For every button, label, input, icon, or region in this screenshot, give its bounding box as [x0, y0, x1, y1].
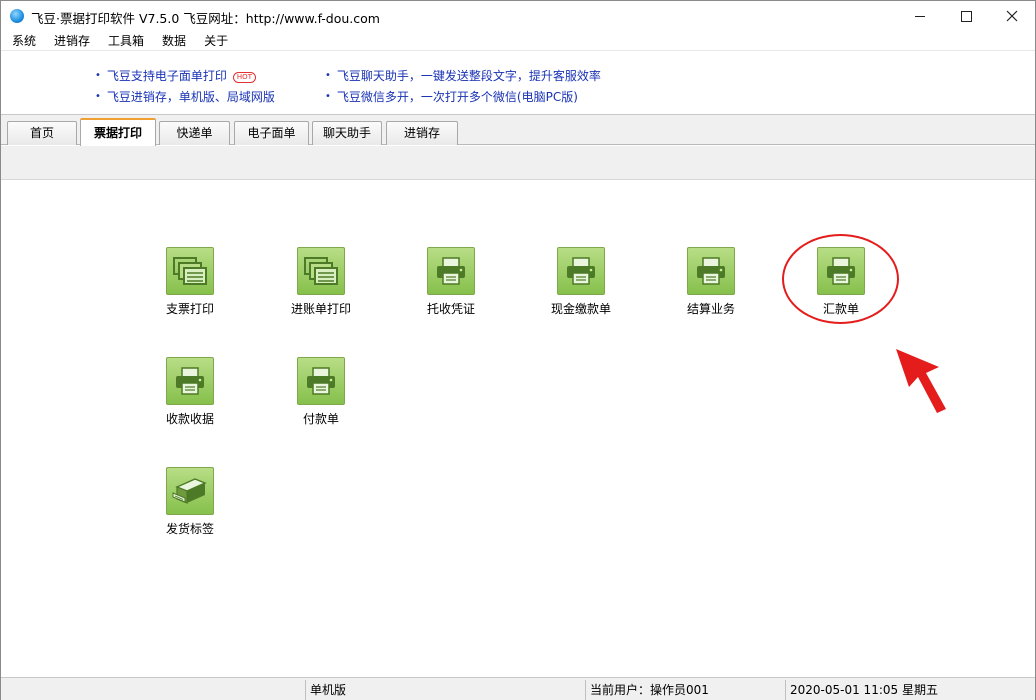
tab-strip: 首页 票据打印 快递单 电子面单 聊天助手 进销存 — [1, 115, 1035, 146]
tool-label: 支票打印 — [165, 302, 214, 316]
app-logo-icon — [10, 9, 24, 23]
menu-data[interactable]: 数据 — [151, 31, 193, 51]
close-button[interactable] — [989, 1, 1035, 31]
printer-icon — [687, 247, 735, 295]
pointer-arrow-icon — [896, 349, 946, 413]
tool-deposit-slip-print[interactable]: 进账单打印 — [276, 247, 366, 317]
documents-icon — [297, 247, 345, 295]
promo-link-text: 飞豆进销存，单机版、局域网版 — [106, 90, 275, 104]
highlight-circle — [782, 234, 899, 324]
tool-label: 进账单打印 — [290, 302, 351, 316]
printer-icon — [427, 247, 475, 295]
menu-system[interactable]: 系统 — [1, 31, 43, 51]
promo-link-wechat-multi[interactable]: • 飞豆微信多开，一次打开多个微信(电脑PC版) — [325, 88, 578, 105]
close-icon — [1006, 10, 1018, 22]
status-edition: 单机版 — [305, 680, 585, 700]
printer-icon — [297, 357, 345, 405]
promo-link-chat-assistant[interactable]: • 飞豆聊天助手，一键发送整段文字，提升客服效率 — [325, 67, 601, 84]
tool-payment-slip[interactable]: 付款单 — [276, 357, 366, 427]
tool-label: 付款单 — [302, 412, 339, 426]
hot-badge: HOT — [232, 72, 256, 83]
promo-link-eorder[interactable]: • 飞豆支持电子面单打印 HOT — [95, 67, 256, 84]
promo-link-inventory[interactable]: • 飞豆进销存，单机版、局域网版 — [95, 88, 275, 105]
toolbar-strip — [1, 146, 1035, 180]
tab-home[interactable]: 首页 — [7, 121, 77, 145]
status-datetime: 2020-05-01 11:05 星期五 — [785, 680, 1033, 700]
promo-link-text: 飞豆微信多开，一次打开多个微信(电脑PC版) — [336, 90, 578, 104]
app-window: 飞豆·票据打印软件 V7.5.0 飞豆网址：http://www.f-dou.c… — [0, 0, 1036, 700]
tool-receipt[interactable]: 收款收据 — [145, 357, 235, 427]
tab-express[interactable]: 快递单 — [159, 121, 230, 145]
tool-cash-deposit-slip[interactable]: 现金缴款单 — [536, 247, 626, 317]
bullet-icon: • — [325, 70, 331, 81]
promo-link-text: 飞豆聊天助手，一键发送整段文字，提升客服效率 — [336, 69, 601, 83]
title-bar: 飞豆·票据打印软件 V7.5.0 飞豆网址：http://www.f-dou.c… — [1, 1, 1035, 31]
menu-inventory[interactable]: 进销存 — [43, 31, 97, 51]
tab-inventory[interactable]: 进销存 — [386, 121, 458, 145]
tool-check-print[interactable]: 支票打印 — [145, 247, 235, 317]
menu-bar: 系统 进销存 工具箱 数据 关于 — [1, 31, 1035, 51]
tool-shipping-label[interactable]: 发货标签 — [145, 467, 235, 537]
tool-label: 现金缴款单 — [550, 302, 611, 316]
window-title: 飞豆·票据打印软件 V7.5.0 飞豆网址：http://www.f-dou.c… — [31, 11, 380, 26]
minimize-icon — [915, 15, 925, 17]
menu-toolbox[interactable]: 工具箱 — [97, 31, 151, 51]
promo-link-text: 飞豆支持电子面单打印 — [106, 69, 227, 83]
bullet-icon: • — [325, 91, 331, 102]
tool-settlement[interactable]: 结算业务 — [666, 247, 756, 317]
bullet-icon: • — [95, 70, 101, 81]
tab-receipt-print[interactable]: 票据打印 — [80, 118, 156, 146]
tab-chat-assistant[interactable]: 聊天助手 — [312, 121, 382, 145]
tab-eorder[interactable]: 电子面单 — [234, 121, 309, 145]
status-bar: 单机版 当前用户：操作员001 2020-05-01 11:05 星期五 — [1, 677, 1035, 700]
status-current-user: 当前用户：操作员001 — [585, 680, 785, 700]
bullet-icon: • — [95, 91, 101, 102]
minimize-button[interactable] — [897, 1, 943, 31]
tool-label: 收款收据 — [165, 412, 214, 426]
maximize-icon — [960, 10, 972, 22]
tool-label: 结算业务 — [686, 302, 735, 316]
label-printer-icon — [166, 467, 214, 515]
maximize-button[interactable] — [943, 1, 989, 31]
tool-label: 发货标签 — [165, 522, 214, 536]
printer-icon — [557, 247, 605, 295]
tool-label: 托收凭证 — [426, 302, 475, 316]
tool-collection-voucher[interactable]: 托收凭证 — [406, 247, 496, 317]
printer-icon — [166, 357, 214, 405]
documents-icon — [166, 247, 214, 295]
promo-panel: • 飞豆支持电子面单打印 HOT • 飞豆进销存，单机版、局域网版 • 飞豆聊天助手，一… — [1, 52, 1035, 115]
menu-about[interactable]: 关于 — [193, 31, 235, 51]
